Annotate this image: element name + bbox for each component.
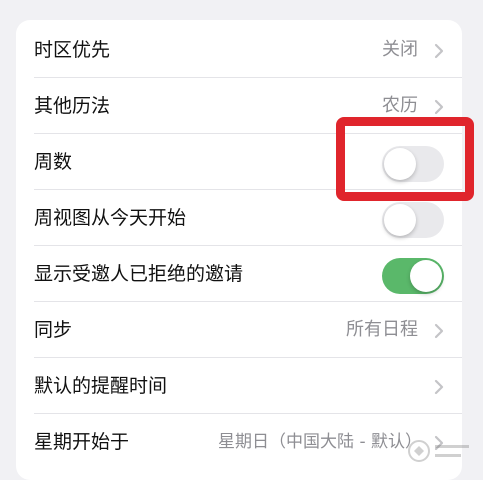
setting-label: 星期开始于	[34, 431, 130, 453]
setting-label: 其他历法	[34, 95, 111, 117]
chevron-right-icon	[434, 379, 444, 395]
setting-label: 显示受邀人已拒绝的邀请	[34, 263, 244, 285]
toggle-knob	[410, 260, 442, 292]
setting-label: 时区优先	[34, 39, 111, 61]
chevron-right-icon	[434, 43, 444, 59]
setting-start-week-on[interactable]: 星期开始于 星期日（中国大陆 - 默认）	[16, 414, 462, 470]
setting-sync[interactable]: 同步 所有日程	[16, 302, 462, 358]
setting-value: 星期日（中国大陆 - 默认）	[218, 432, 422, 452]
setting-label: 默认的提醒时间	[34, 375, 168, 397]
setting-value: 关闭	[382, 39, 418, 60]
setting-label: 同步	[34, 319, 73, 341]
watermark-logo-icon	[408, 440, 469, 462]
setting-label: 周视图从今天开始	[34, 207, 187, 229]
setting-label: 周数	[34, 151, 73, 173]
declined-invitations-toggle[interactable]	[382, 258, 444, 294]
annotation-highlight-box	[336, 117, 474, 201]
setting-show-declined-invitations: 显示受邀人已拒绝的邀请	[16, 246, 462, 302]
setting-time-zone-override[interactable]: 时区优先 关闭	[16, 22, 462, 78]
week-view-today-toggle[interactable]	[382, 202, 444, 238]
calendar-settings-list: 时区优先 关闭 其他历法 农历 周数 周视图从今天开始 显示受邀人已拒绝的邀请	[16, 20, 462, 480]
chevron-right-icon	[434, 99, 444, 115]
setting-value: 所有日程	[346, 319, 418, 340]
chevron-right-icon	[434, 323, 444, 339]
setting-default-alert-times[interactable]: 默认的提醒时间	[16, 358, 462, 414]
toggle-knob	[384, 204, 416, 236]
